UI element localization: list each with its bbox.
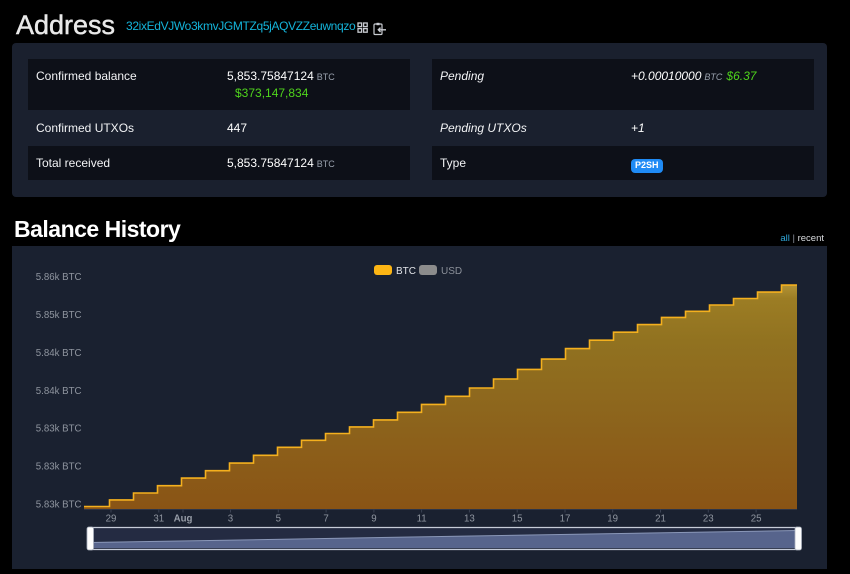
svg-text:5.86k BTC: 5.86k BTC bbox=[36, 272, 82, 283]
svg-text:5: 5 bbox=[276, 514, 281, 525]
svg-text:5.85k BTC: 5.85k BTC bbox=[36, 310, 82, 321]
svg-text:3: 3 bbox=[228, 514, 233, 525]
svg-text:5.83k BTC: 5.83k BTC bbox=[36, 424, 82, 435]
svg-text:5.83k BTC: 5.83k BTC bbox=[36, 499, 82, 510]
svg-text:5.84k BTC: 5.84k BTC bbox=[36, 348, 82, 359]
svg-text:17: 17 bbox=[560, 514, 571, 525]
svg-text:11: 11 bbox=[417, 514, 427, 525]
svg-text:25: 25 bbox=[751, 514, 762, 525]
svg-text:13: 13 bbox=[464, 514, 475, 525]
svg-text:21: 21 bbox=[655, 514, 666, 525]
svg-text:9: 9 bbox=[371, 514, 376, 525]
svg-text:5.84k BTC: 5.84k BTC bbox=[36, 386, 82, 397]
svg-text:15: 15 bbox=[512, 514, 523, 525]
svg-text:BTC: BTC bbox=[396, 266, 416, 277]
svg-text:23: 23 bbox=[703, 514, 714, 525]
svg-text:19: 19 bbox=[607, 514, 618, 525]
svg-text:31: 31 bbox=[153, 514, 164, 525]
svg-text:Aug: Aug bbox=[174, 514, 193, 525]
svg-text:29: 29 bbox=[106, 514, 117, 525]
svg-text:7: 7 bbox=[323, 514, 328, 525]
svg-text:USD: USD bbox=[441, 266, 462, 277]
svg-text:5.83k BTC: 5.83k BTC bbox=[36, 462, 82, 473]
